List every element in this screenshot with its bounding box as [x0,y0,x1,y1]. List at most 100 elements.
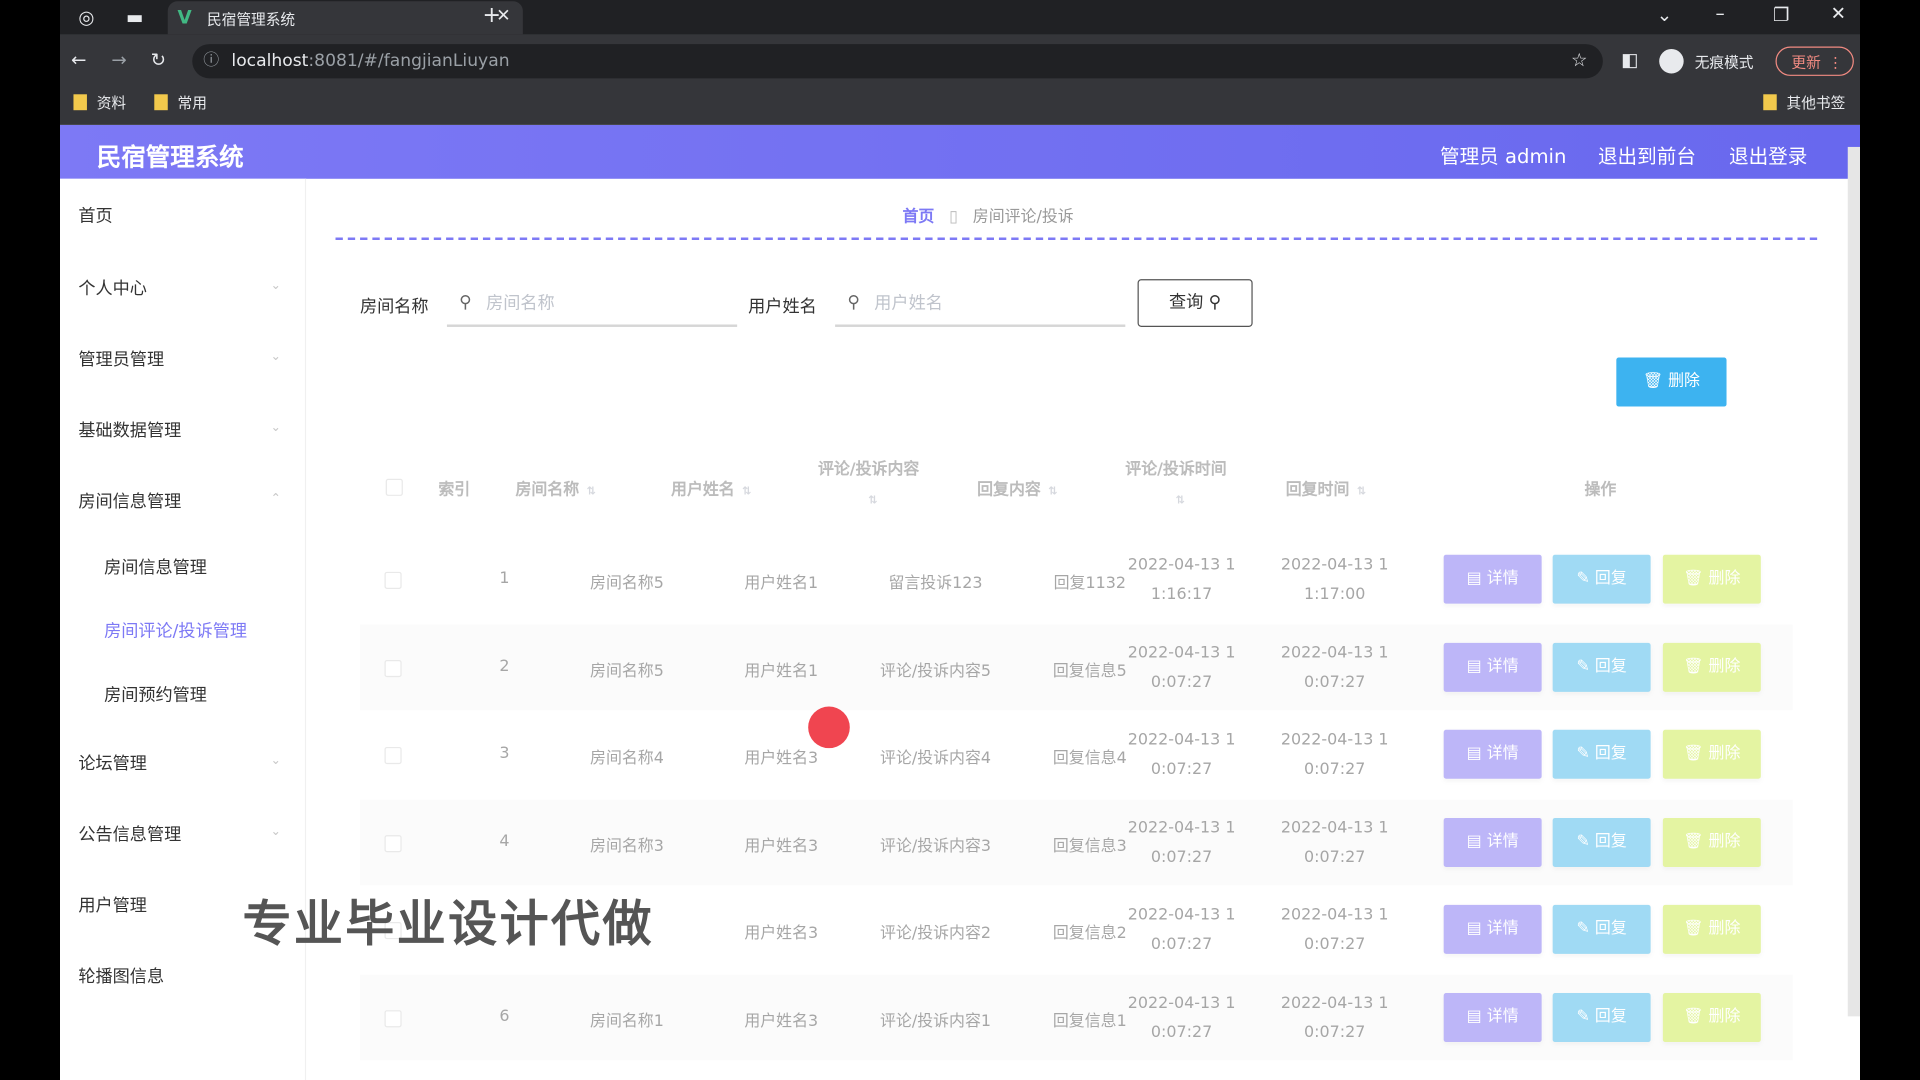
sidebar-sub-room-booking[interactable]: 房间预约管理 [104,682,207,706]
room-name-search-field[interactable]: ⚲ [446,280,738,327]
maximize-icon[interactable]: ❐ [1773,5,1789,25]
profile-label[interactable]: 无痕模式 [1695,51,1754,72]
sort-icon[interactable]: ⇅ [742,486,751,498]
th-reply-time[interactable]: 回复时间 ⇅ [1286,476,1366,499]
reply-button[interactable]: ✎ 回复 [1552,554,1651,604]
sidebar-item-rooms[interactable]: 房间信息管理 [78,489,181,513]
select-all-checkbox[interactable] [385,478,403,496]
row-checkbox[interactable] [384,659,402,677]
time-line: 0:07:27 [1303,760,1366,779]
table-row: 6 房间名称1 用户姓名3 评论/投诉内容1 回复信息1 2022-04-13 1 0:07… [360,974,1793,1060]
delete-button[interactable]: 🗑 删除 [1662,554,1761,604]
sidebar-item-notices[interactable]: 公告信息管理 [78,822,181,846]
breadcrumb-home[interactable]: 首页 [902,208,934,226]
cell-content: 评论/投诉内容1 [880,1012,992,1031]
row-checkbox[interactable] [384,571,402,589]
page-scrollbar[interactable] [1847,146,1861,1017]
sidebar-sub-room-comments[interactable]: 房间评论/投诉管理 [104,618,247,642]
sidebar-item-admins[interactable]: 管理员管理 [78,347,164,371]
bookmark-folder-2[interactable]: 常用 [154,92,207,113]
cell-room-name: 房间名称3 [590,836,664,856]
minimize-icon[interactable]: – [1716,4,1725,24]
close-window-icon[interactable]: ✕ [1831,4,1846,24]
th-content[interactable]: 评论/投诉内容 [818,456,919,478]
sort-icon[interactable]: ⇅ [1357,486,1366,498]
cell-reply-time: 2022-04-13 1 0:07:27 [1281,726,1389,785]
sidebar-item-forum[interactable]: 论坛管理 [78,751,147,775]
bookmark-star-icon[interactable]: ☆ [1571,50,1587,70]
detail-button[interactable]: ▤ 详情 [1443,729,1542,779]
sidebar-toggle-icon[interactable]: ◧ [1621,50,1638,70]
bulk-delete-button[interactable]: 🗑 删除 [1616,357,1727,407]
reload-icon[interactable]: ↻ [151,50,166,70]
th-room-name[interactable]: 房间名称 ⇅ [516,476,596,499]
delete-button[interactable]: 🗑 删除 [1662,904,1761,954]
url-host: localhost [231,51,309,72]
detail-button[interactable]: ▤ 详情 [1443,642,1542,692]
other-bookmarks[interactable]: 其他书签 [1763,92,1845,113]
browser-tab[interactable]: V 民宿管理系统 ✕ [167,1,523,35]
room-name-input[interactable] [483,287,722,320]
site-info-icon[interactable]: ⓘ [203,51,219,71]
sort-icon[interactable]: ⇅ [1048,486,1057,498]
reply-button[interactable]: ✎ 回复 [1552,992,1651,1042]
detail-label: 详情 [1486,832,1519,851]
back-icon[interactable]: ← [71,50,86,70]
admin-label: 管理员 admin [1440,144,1567,168]
user-name-input[interactable] [871,287,1110,320]
th-user-name[interactable]: 用户姓名 ⇅ [671,476,751,499]
time-line: 0:07:27 [1150,847,1213,867]
th-actions: 操作 [1584,481,1617,500]
sidebar-item-profile[interactable]: 个人中心 [78,276,147,300]
detail-button[interactable]: ▤ 详情 [1443,904,1542,954]
trash-icon: 🗑 [1683,569,1704,588]
delete-button[interactable]: 🗑 删除 [1662,817,1761,867]
sidebar-item-users[interactable]: 用户管理 [78,893,147,917]
incognito-icon[interactable] [1659,48,1684,74]
user-name-search-field[interactable]: ⚲ [835,280,1126,327]
browser-menu-icon[interactable]: ◎ [78,7,94,27]
table-row: 1 房间名称5 用户姓名1 留言投诉123 回复1132 2022-04-13 1 1:16… [360,536,1793,622]
detail-button[interactable]: ▤ 详情 [1443,992,1542,1042]
row-checkbox[interactable] [384,746,402,765]
new-tab-icon[interactable]: + [482,4,500,26]
reply-button[interactable]: ✎ 回复 [1552,729,1651,779]
logout-link[interactable]: 退出登录 [1729,140,1807,169]
row-checkbox[interactable] [384,834,402,852]
query-button[interactable]: 查询 ⚲ [1137,279,1253,327]
sidebar-sub-room-info[interactable]: 房间信息管理 [104,555,207,579]
kebab-menu-icon[interactable]: ⋮ [1813,48,1843,77]
th-reply[interactable]: 回复内容 ⇅ [977,476,1057,499]
chevron-up-icon: ⌃ [270,492,281,506]
address-bar[interactable]: ⓘ localhost:8081/#/fangjianLiuyan ☆ [192,44,1603,79]
delete-label: 删除 [1708,569,1741,588]
sort-icon[interactable]: ⇅ [868,490,877,508]
row-checkbox[interactable] [384,1009,402,1027]
forward-icon[interactable]: → [111,50,126,70]
delete-button[interactable]: 🗑 删除 [1662,992,1761,1042]
sort-icon[interactable]: ⇅ [587,486,596,498]
detail-button[interactable]: ▤ 详情 [1443,817,1542,867]
detail-label: 详情 [1486,919,1519,938]
delete-button[interactable]: 🗑 删除 [1662,642,1761,692]
cell-reply-time: 2022-04-13 1 1:17:00 [1281,551,1389,610]
back-to-front-link[interactable]: 退出到前台 [1598,140,1696,169]
cell-reply: 回复信息2 [1052,924,1127,943]
bookmark-folder-1[interactable]: 资料 [73,92,126,113]
tab-search-icon[interactable]: ⌄ [1657,5,1672,25]
reply-button[interactable]: ✎ 回复 [1552,642,1651,692]
reply-button[interactable]: ✎ 回复 [1552,904,1651,954]
time-line: 2022-04-13 1 [1280,643,1389,662]
sidebar-item-home[interactable]: 首页 [78,203,112,227]
window-icon[interactable]: ▬ [126,7,143,27]
reply-button[interactable]: ✎ 回复 [1552,817,1651,867]
sidebar-item-base-data[interactable]: 基础数据管理 [78,418,181,442]
delete-button[interactable]: 🗑 删除 [1662,729,1761,779]
update-button[interactable]: 更新 ⋮ [1775,46,1854,77]
sidebar-item-carousel[interactable]: 轮播图信息 [78,964,164,988]
sort-icon[interactable]: ⇅ [1176,490,1185,508]
cell-comment-time: 2022-04-13 1 0:07:27 [1128,639,1236,698]
detail-button[interactable]: ▤ 详情 [1443,554,1542,604]
th-comment-time[interactable]: 评论/投诉时间 [1125,456,1226,478]
document-icon: ▤ [1466,744,1482,763]
